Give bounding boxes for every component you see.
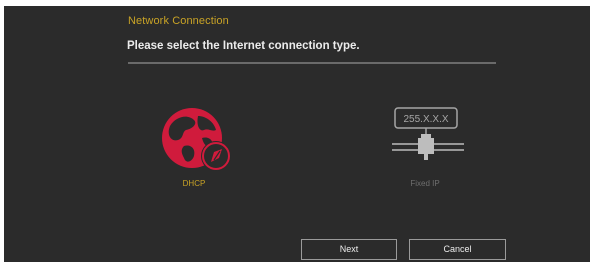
ip-connector-icon: 255.X.X.X (392, 107, 464, 160)
option-label-fixed-ip: Fixed IP (410, 179, 440, 188)
cancel-button[interactable]: Cancel (409, 239, 506, 260)
connection-option-fixed-ip[interactable]: 255.X.X.X Fixed IP (380, 106, 470, 196)
option-label-dhcp: DHCP (182, 179, 206, 188)
ip-address-text: 255.X.X.X (403, 114, 448, 125)
globe-icon (162, 108, 231, 171)
page-title: Network Connection (128, 15, 229, 27)
instruction-text: Please select the Internet connection ty… (127, 40, 360, 52)
router-setup-screen: Network Connection Please select the Int… (4, 6, 590, 262)
connection-option-dhcp[interactable]: DHCP (154, 102, 234, 192)
divider (128, 62, 496, 64)
next-button[interactable]: Next (301, 239, 397, 260)
